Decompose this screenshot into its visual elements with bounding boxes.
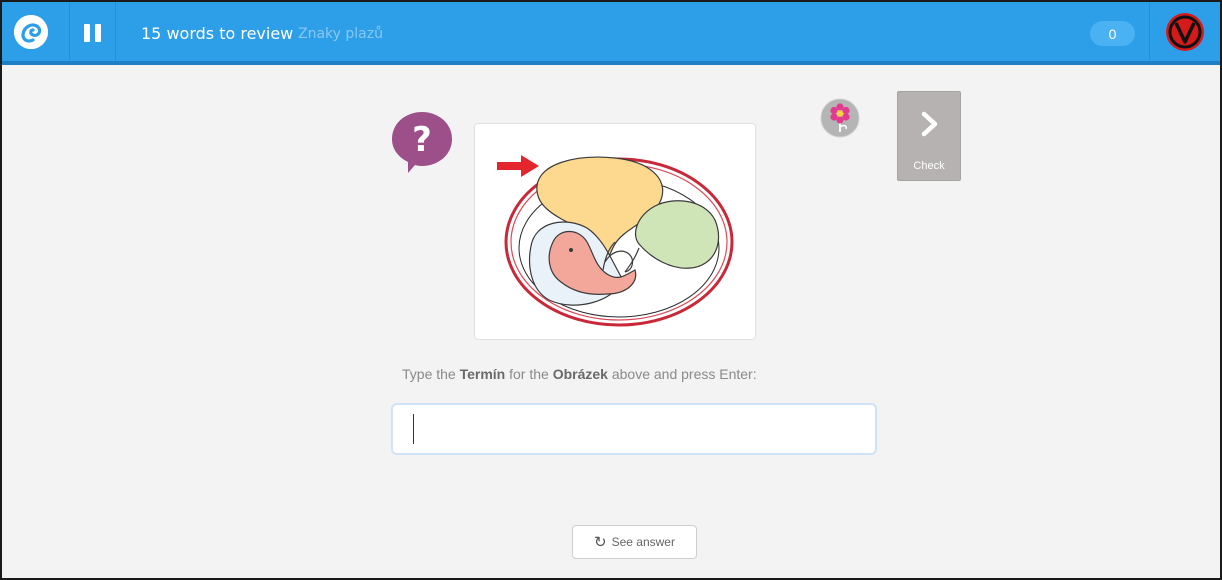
answer-input[interactable]	[391, 403, 877, 455]
score-badge: 0	[1090, 21, 1135, 46]
flower-icon[interactable]	[820, 98, 860, 138]
see-answer-label: See answer	[611, 535, 675, 549]
pause-icon	[84, 24, 90, 42]
refresh-icon: ↻	[594, 534, 607, 551]
question-prompt: Type the Termín for the Obrázek above an…	[402, 366, 757, 382]
logo-button[interactable]	[2, 2, 70, 61]
prompt-object: Obrázek	[552, 366, 608, 382]
prompt-text: Type the	[402, 366, 460, 382]
check-label: Check	[913, 160, 945, 172]
app-logo-icon	[14, 15, 48, 49]
pause-button[interactable]	[70, 2, 116, 61]
check-button[interactable]: Check	[897, 91, 961, 181]
text-caret	[413, 414, 414, 444]
top-bar: 15 words to review Znaky plazů 0	[2, 2, 1220, 65]
see-answer-button[interactable]: ↻ See answer	[572, 525, 697, 559]
embryo-in-egg-image	[497, 155, 734, 327]
question-image-card	[474, 123, 756, 340]
question-bubble-icon: ?	[390, 110, 454, 174]
chevron-right-icon	[921, 111, 938, 137]
pause-icon-bar	[95, 24, 101, 42]
user-avatar-icon	[1165, 12, 1205, 52]
prompt-text: above and press Enter:	[607, 366, 757, 382]
app-frame: 15 words to review Znaky plazů 0 ? Check…	[0, 0, 1222, 580]
user-menu[interactable]	[1149, 2, 1220, 61]
session-title: 15 words to review	[141, 24, 294, 43]
svg-text:?: ?	[412, 120, 432, 160]
prompt-text: for the	[505, 366, 553, 382]
prompt-term: Termín	[459, 366, 506, 382]
course-name: Znaky plazů	[298, 26, 383, 42]
